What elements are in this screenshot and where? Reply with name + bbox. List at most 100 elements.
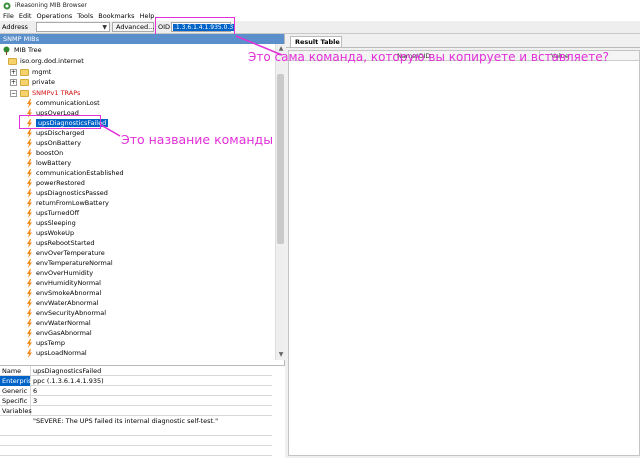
window-title: iReasoning MIB Browser (15, 2, 88, 9)
scroll-down-icon[interactable]: ▼ (277, 351, 285, 359)
menu-help[interactable]: Help (140, 12, 155, 20)
trap-icon (27, 208, 32, 218)
address-select[interactable]: ▼ (36, 22, 110, 32)
trap-item[interactable]: returnFromLowBattery (26, 198, 109, 208)
annotation-name-note: Это название команды (121, 132, 274, 147)
title-bar: iReasoning MIB Browser (0, 0, 640, 11)
scroll-thumb[interactable] (277, 74, 284, 244)
tree-node-base[interactable]: iso.org.dod.internet (8, 56, 84, 66)
annotation-oid-note: Это сама команда, которую вы копируете и… (248, 50, 609, 64)
trap-icon (27, 278, 32, 288)
trap-icon (27, 128, 32, 138)
trap-item[interactable]: envWaterAbnormal (26, 298, 99, 308)
trap-item[interactable]: lowBattery (26, 158, 71, 168)
trap-item[interactable]: upsRebootStarted (26, 238, 95, 248)
trap-icon (27, 328, 32, 338)
advanced-button[interactable]: Advanced... (112, 22, 154, 32)
trap-item[interactable]: envSecurityAbnormal (26, 308, 106, 318)
trap-icon (27, 188, 32, 198)
trap-item[interactable]: upsLoadNormal (26, 348, 87, 358)
panel-header: SNMP MIBs (0, 34, 284, 44)
prop-row-description[interactable]: "SEVERE: The UPS failed its internal dia… (0, 416, 272, 436)
folder-icon (8, 57, 17, 65)
prop-row-variables[interactable]: Variables (0, 406, 272, 416)
prop-row-enterprise[interactable]: Enterprise ppc (.1.3.6.1.4.1.935) (0, 376, 272, 386)
tree-root-label: MIB Tree (14, 46, 42, 54)
menu-operations[interactable]: Operations (36, 12, 72, 20)
trap-icon (27, 308, 32, 318)
trap-item[interactable]: envOverHumidity (26, 268, 93, 278)
prop-row-name[interactable]: Name upsDiagnosticsFailed (0, 366, 272, 376)
menu-bar: File Edit Operations Tools Bookmarks Hel… (0, 11, 640, 21)
prop-row-empty (0, 446, 272, 456)
trap-icon (27, 338, 32, 348)
chevron-down-icon[interactable]: ▼ (102, 24, 107, 31)
trap-icon (27, 98, 32, 108)
trap-icon (27, 268, 32, 278)
collapse-icon[interactable]: − (10, 89, 17, 97)
trap-item[interactable]: boostOn (26, 148, 63, 158)
trap-icon (27, 168, 32, 178)
tree-node-traps[interactable]: − SNMPv1 TRAPs (10, 88, 80, 98)
trap-item[interactable]: upsDiagnosticsPassed (26, 188, 108, 198)
folder-icon (20, 68, 29, 76)
prop-key: Name (0, 366, 31, 376)
properties-table: Name upsDiagnosticsFailed Enterprise ppc… (0, 365, 285, 458)
trap-icon (27, 198, 32, 208)
trap-item[interactable]: upsOnBattery (26, 138, 81, 148)
prop-value: 6 (33, 387, 38, 395)
menu-tools[interactable]: Tools (77, 12, 93, 20)
tree-node-private[interactable]: + private (10, 77, 55, 87)
tab-result-table[interactable]: Result Table (290, 36, 342, 47)
tree-scrollbar[interactable]: ▲ ▼ (275, 44, 285, 360)
mib-tree-panel: SNMP MIBs MIB Tree iso.org.dod.internet … (0, 34, 285, 458)
tree-node-mgmt[interactable]: + mgmt (10, 67, 51, 77)
trap-item[interactable]: envWaterNormal (26, 318, 91, 328)
trap-item[interactable]: powerRestored (26, 178, 85, 188)
menu-edit[interactable]: Edit (19, 12, 32, 20)
prop-description: "SEVERE: The UPS failed its internal dia… (33, 417, 219, 425)
prop-row-specific[interactable]: Specific 3 (0, 396, 272, 406)
tree-root[interactable]: MIB Tree (2, 45, 42, 55)
trap-icon (27, 158, 32, 168)
trap-item[interactable]: envTemperatureNormal (26, 258, 113, 268)
trap-item[interactable]: upsDischarged (26, 128, 84, 138)
menu-file[interactable]: File (3, 12, 14, 20)
result-table: Name/OID Value (288, 50, 640, 456)
menu-bookmarks[interactable]: Bookmarks (98, 12, 134, 20)
trap-icon (27, 318, 32, 328)
trap-item[interactable]: envGasAbnormal (26, 328, 92, 338)
result-panel: Result Table Name/OID Value (286, 34, 640, 458)
trap-item[interactable]: envSmokeAbnormal (26, 288, 101, 298)
mib-tree: MIB Tree iso.org.dod.internet + mgmt + p… (0, 44, 275, 360)
trap-icon (27, 298, 32, 308)
tree-icon (3, 46, 10, 55)
trap-icon (27, 248, 32, 258)
tree-node-label: private (32, 78, 55, 86)
trap-icon (27, 288, 32, 298)
trap-icon (27, 258, 32, 268)
trap-item[interactable]: envOverTemperature (26, 248, 105, 258)
name-highlight-box (19, 115, 101, 129)
trap-icon (27, 178, 32, 188)
address-bar: Address ▼ Advanced... OID .1.3.6.1.4.1.9… (0, 21, 640, 34)
prop-key: Variables (2, 406, 32, 416)
trap-item[interactable]: upsSleeping (26, 218, 76, 228)
tree-node-label: mgmt (32, 68, 52, 76)
prop-row-empty (0, 436, 272, 446)
trap-item[interactable]: communicationLost (26, 98, 100, 108)
prop-key: Generic (0, 386, 31, 396)
prop-value: 3 (33, 397, 38, 405)
trap-item[interactable]: upsWokeUp (26, 228, 74, 238)
trap-icon (27, 218, 32, 228)
app-icon (3, 2, 11, 9)
trap-icon (27, 348, 32, 358)
expand-icon[interactable]: + (10, 68, 17, 76)
expand-icon[interactable]: + (10, 78, 17, 86)
trap-item[interactable]: communicationEstablished (26, 168, 124, 178)
prop-row-generic[interactable]: Generic 6 (0, 386, 272, 396)
trap-item[interactable]: envHumidityNormal (26, 278, 101, 288)
trap-item[interactable]: upsTurnedOff (26, 208, 79, 218)
trap-icon (27, 228, 32, 238)
trap-item[interactable]: upsTemp (26, 338, 65, 348)
